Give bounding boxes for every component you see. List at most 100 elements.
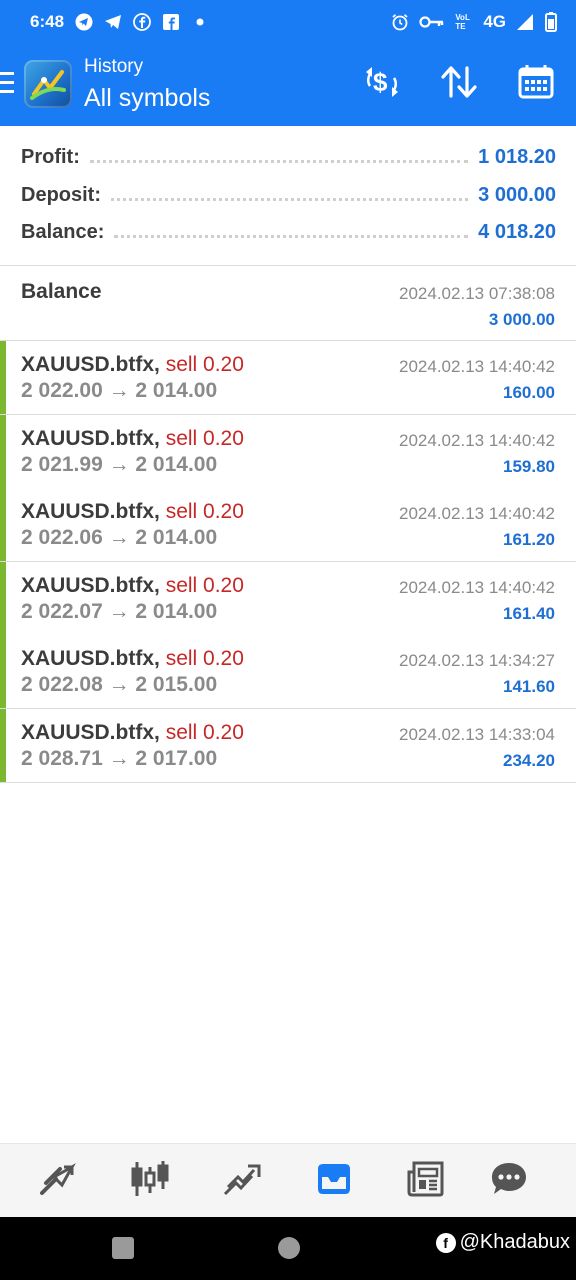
deal-indicator-bar — [0, 488, 6, 561]
facebook-square-icon — [162, 13, 180, 31]
menu-icon[interactable] — [0, 72, 14, 94]
deal-profit: 160.00 — [503, 383, 555, 402]
deposit-withdraw-button[interactable]: $ — [360, 62, 404, 106]
deal-time: 2024.02.13 14:40:42 — [399, 504, 555, 523]
deal-symbol: XAUUSD.btfx, — [21, 574, 160, 597]
sort-button[interactable] — [437, 62, 481, 106]
app-bar: History All symbols $ — [0, 44, 576, 126]
deal-prices: 2 021.99 → 2 014.00 — [21, 453, 218, 476]
svg-text:$: $ — [373, 67, 388, 97]
chat-bubble-icon — [489, 1160, 529, 1203]
notification-dot-icon — [191, 13, 209, 31]
deal-indicator-bar — [0, 635, 6, 708]
deal-side: sell 0.20 — [165, 500, 244, 523]
deal-time: 2024.02.13 14:40:42 — [399, 431, 555, 450]
candlestick-chart-icon — [129, 1159, 171, 1204]
signal-icon — [516, 13, 534, 31]
nav-chart-button[interactable] — [127, 1158, 173, 1204]
deal-time: 2024.02.13 14:40:42 — [399, 578, 555, 597]
nav-quotes-button[interactable] — [35, 1158, 81, 1204]
system-navigation-bar: f @Khadabux — [0, 1217, 576, 1280]
deal-symbol: XAUUSD.btfx, — [21, 647, 160, 670]
deal-symbol: XAUUSD.btfx, — [21, 721, 160, 744]
history-summary: Profit: 1 018.20 Deposit: 3 000.00 Balan… — [0, 126, 576, 266]
telegram-icon — [75, 13, 93, 31]
deal-side: sell 0.20 — [165, 353, 244, 376]
deal-prices: 2 022.07 → 2 014.00 — [21, 600, 218, 623]
facebook-icon — [133, 13, 151, 31]
deal-title: XAUUSD.btfx, sell 0.20 — [21, 427, 244, 451]
recent-apps-button[interactable] — [112, 1237, 134, 1259]
deal-prices: 2 022.00 → 2 014.00 — [21, 379, 218, 402]
nav-news-button[interactable] — [403, 1158, 449, 1204]
summary-row-balance: Balance: 4 018.20 — [21, 217, 556, 247]
screen-subtitle: History — [84, 56, 144, 77]
nav-trade-button[interactable] — [219, 1158, 265, 1204]
watermark-text: @Khadabux — [459, 1231, 570, 1253]
balance-label: Balance — [21, 280, 102, 303]
summary-value: 4 018.20 — [478, 220, 556, 243]
bottom-navigation — [0, 1143, 576, 1217]
deal-side: sell 0.20 — [165, 574, 244, 597]
deal-time: 2024.02.13 14:34:27 — [399, 651, 555, 670]
deal-title: XAUUSD.btfx, sell 0.20 — [21, 647, 244, 671]
deal-title: XAUUSD.btfx, sell 0.20 — [21, 353, 244, 377]
watermark: f @Khadabux — [435, 1231, 570, 1254]
deal-profit: 234.20 — [503, 751, 555, 770]
status-bar: 6:48 VoLTE 4G — [0, 0, 576, 44]
balance-operation-row[interactable]: Balance 2024.02.13 07:38:08 3 000.00 — [0, 266, 576, 341]
deal-title: XAUUSD.btfx, sell 0.20 — [21, 721, 244, 745]
summary-label: Deposit: — [21, 183, 101, 206]
nav-history-button[interactable] — [311, 1158, 357, 1204]
deal-indicator-bar — [0, 709, 6, 782]
summary-value: 1 018.20 — [478, 145, 556, 168]
deal-prices: 2 022.06 → 2 014.00 — [21, 526, 218, 549]
summary-label: Profit: — [21, 145, 80, 168]
trade-trend-icon — [222, 1161, 262, 1202]
facebook-watermark-icon: f — [435, 1232, 456, 1253]
deal-indicator-bar — [0, 341, 6, 414]
deal-symbol: XAUUSD.btfx, — [21, 500, 160, 523]
deal-prices: 2 022.08 → 2 015.00 — [21, 673, 218, 696]
alarm-icon — [391, 13, 409, 31]
deal-profit: 161.20 — [503, 530, 555, 549]
deal-row[interactable]: XAUUSD.btfx, sell 0.20 2 028.71 → 2 017.… — [0, 709, 576, 783]
status-time: 6:48 — [30, 12, 65, 31]
metatrader-logo-icon — [24, 60, 72, 108]
dotted-leader — [111, 197, 469, 201]
deal-title: XAUUSD.btfx, sell 0.20 — [21, 574, 244, 598]
screen-title[interactable]: All symbols — [84, 84, 210, 113]
home-button[interactable] — [278, 1237, 300, 1259]
deal-row[interactable]: XAUUSD.btfx, sell 0.20 2 022.07 → 2 014.… — [0, 562, 576, 636]
dotted-leader — [114, 234, 469, 238]
deal-side: sell 0.20 — [165, 647, 244, 670]
deal-prices: 2 028.71 → 2 017.00 — [21, 747, 218, 770]
quotes-icon — [38, 1161, 78, 1202]
key-icon — [419, 13, 445, 31]
deal-profit: 161.40 — [503, 604, 555, 623]
balance-amount: 3 000.00 — [488, 310, 555, 329]
volte-indicator: VoLTE — [455, 13, 470, 31]
deal-symbol: XAUUSD.btfx, — [21, 353, 160, 376]
deal-side: sell 0.20 — [165, 721, 244, 744]
deal-row[interactable]: XAUUSD.btfx, sell 0.20 2 022.00 → 2 014.… — [0, 341, 576, 415]
summary-value: 3 000.00 — [478, 183, 556, 206]
calendar-icon — [517, 64, 555, 105]
deal-time: 2024.02.13 14:33:04 — [399, 725, 555, 744]
deal-symbol: XAUUSD.btfx, — [21, 427, 160, 450]
summary-row-profit: Profit: 1 018.20 — [21, 142, 556, 172]
deal-row[interactable]: XAUUSD.btfx, sell 0.20 2 022.06 → 2 014.… — [0, 488, 576, 562]
deal-row[interactable]: XAUUSD.btfx, sell 0.20 2 022.08 → 2 015.… — [0, 635, 576, 709]
deal-profit: 159.80 — [503, 457, 555, 476]
summary-row-deposit: Deposit: 3 000.00 — [21, 180, 556, 210]
newspaper-icon — [406, 1160, 446, 1203]
deal-indicator-bar — [0, 562, 6, 635]
network-type: 4G — [483, 12, 506, 31]
nav-chat-button[interactable] — [486, 1158, 532, 1204]
deal-title: XAUUSD.btfx, sell 0.20 — [21, 500, 244, 524]
calendar-button[interactable] — [514, 62, 558, 106]
deal-time: 2024.02.13 14:40:42 — [399, 357, 555, 376]
dotted-leader — [89, 159, 469, 163]
deal-row[interactable]: XAUUSD.btfx, sell 0.20 2 021.99 → 2 014.… — [0, 415, 576, 489]
sort-arrows-icon — [440, 64, 478, 105]
